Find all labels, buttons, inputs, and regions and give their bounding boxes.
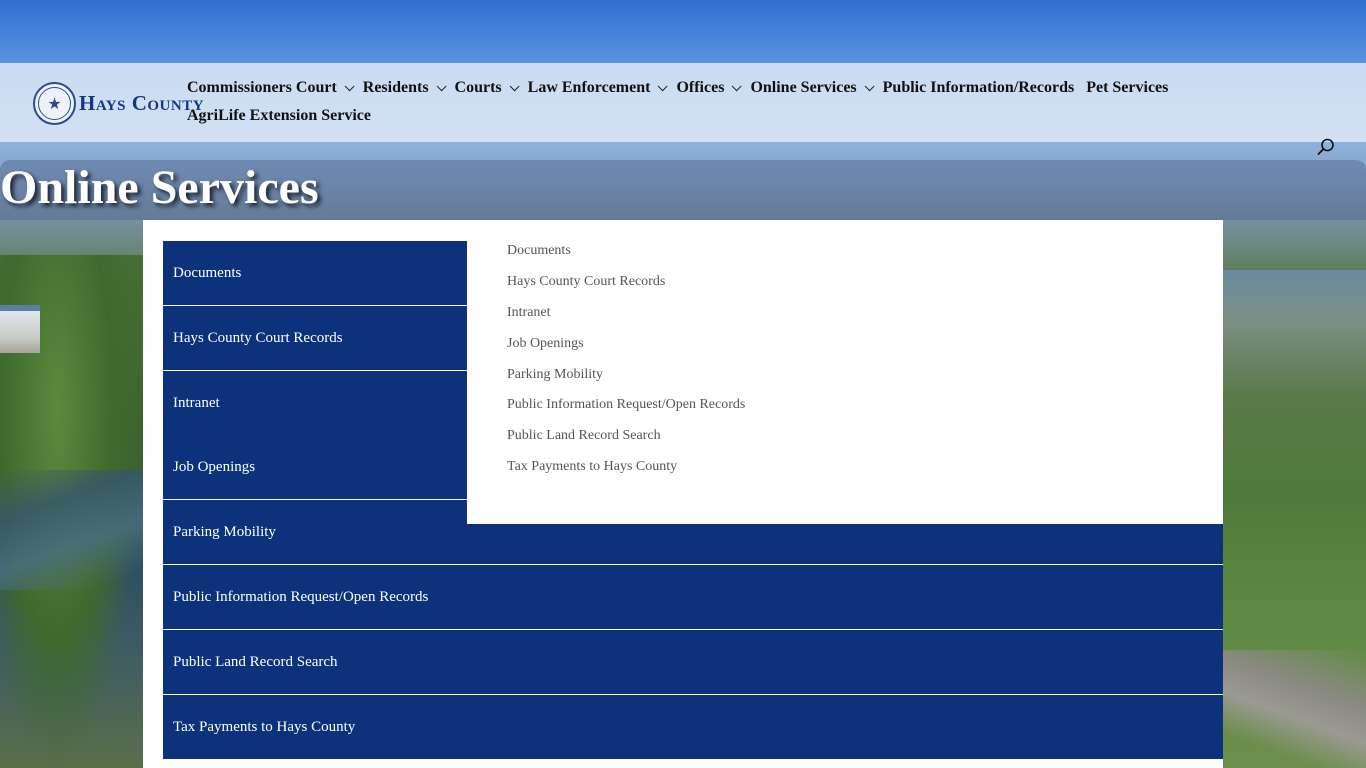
chevron-down-icon <box>344 80 355 91</box>
service-button-job-openings[interactable]: Job Openings <box>163 435 467 499</box>
nav-item-agrilife-extension[interactable]: AgriLife Extension Service <box>187 106 371 126</box>
service-links-list: Documents Hays County Court Records Intr… <box>507 241 1107 488</box>
service-link-tax-payments[interactable]: Tax Payments to Hays County <box>507 457 1107 488</box>
chevron-down-icon <box>509 80 520 91</box>
nav-item-commissioners-court[interactable]: Commissioners Court <box>187 78 355 98</box>
service-link-public-information[interactable]: Public Information Request/Open Records <box>507 395 1107 426</box>
service-button-public-land-record[interactable]: Public Land Record Search <box>163 630 1223 694</box>
logo-text: Hays County <box>79 90 205 115</box>
nav-item-law-enforcement[interactable]: Law Enforcement <box>527 78 669 98</box>
service-link-job-openings[interactable]: Job Openings <box>507 334 1107 365</box>
nav-item-public-information-records[interactable]: Public Information/Records <box>883 78 1075 98</box>
service-button-public-information[interactable]: Public Information Request/Open Records <box>163 565 1223 629</box>
nav-item-label: Public Information/Records <box>882 79 1075 96</box>
service-link-public-land-record[interactable]: Public Land Record Search <box>507 426 1107 457</box>
nav-item-label: Commissioners Court <box>187 79 337 96</box>
background-road <box>1223 650 1366 768</box>
chevron-down-icon <box>658 80 669 91</box>
chevron-down-icon <box>436 80 447 91</box>
service-link-documents[interactable]: Documents <box>507 241 1107 272</box>
service-button-tax-payments[interactable]: Tax Payments to Hays County <box>163 695 1223 759</box>
page-title: Online Services <box>0 161 319 214</box>
nav-item-label: Offices <box>676 79 725 96</box>
nav-item-label: Courts <box>454 79 502 96</box>
background-house <box>0 305 40 353</box>
nav-item-label: Residents <box>362 79 429 96</box>
nav-item-label: Law Enforcement <box>527 79 651 96</box>
chevron-down-icon <box>732 80 743 91</box>
nav-item-online-services[interactable]: Online Services <box>750 78 875 98</box>
nav-item-offices[interactable]: Offices <box>676 78 743 98</box>
search-button[interactable] <box>1316 137 1336 157</box>
service-button-intranet[interactable]: Intranet <box>163 371 467 435</box>
main-nav: Commissioners Court Residents Courts Law… <box>187 78 1227 126</box>
nav-item-label: AgriLife Extension Service <box>187 107 371 124</box>
chevron-down-icon <box>864 80 875 91</box>
nav-item-label: Pet Services <box>1086 79 1169 96</box>
nav-item-label: Online Services <box>750 79 857 96</box>
background-river <box>0 470 143 590</box>
service-button-documents[interactable]: Documents <box>163 241 467 305</box>
star-seal-icon: ★ <box>33 81 76 125</box>
service-link-intranet[interactable]: Intranet <box>507 303 1107 334</box>
service-link-parking-mobility[interactable]: Parking Mobility <box>507 365 1107 396</box>
search-icon <box>1317 138 1334 155</box>
service-link-court-records[interactable]: Hays County Court Records <box>507 272 1107 303</box>
service-button-court-records[interactable]: Hays County Court Records <box>163 306 467 370</box>
nav-item-pet-services[interactable]: Pet Services <box>1086 78 1168 98</box>
nav-item-residents[interactable]: Residents <box>362 78 447 98</box>
nav-item-courts[interactable]: Courts <box>454 78 520 98</box>
